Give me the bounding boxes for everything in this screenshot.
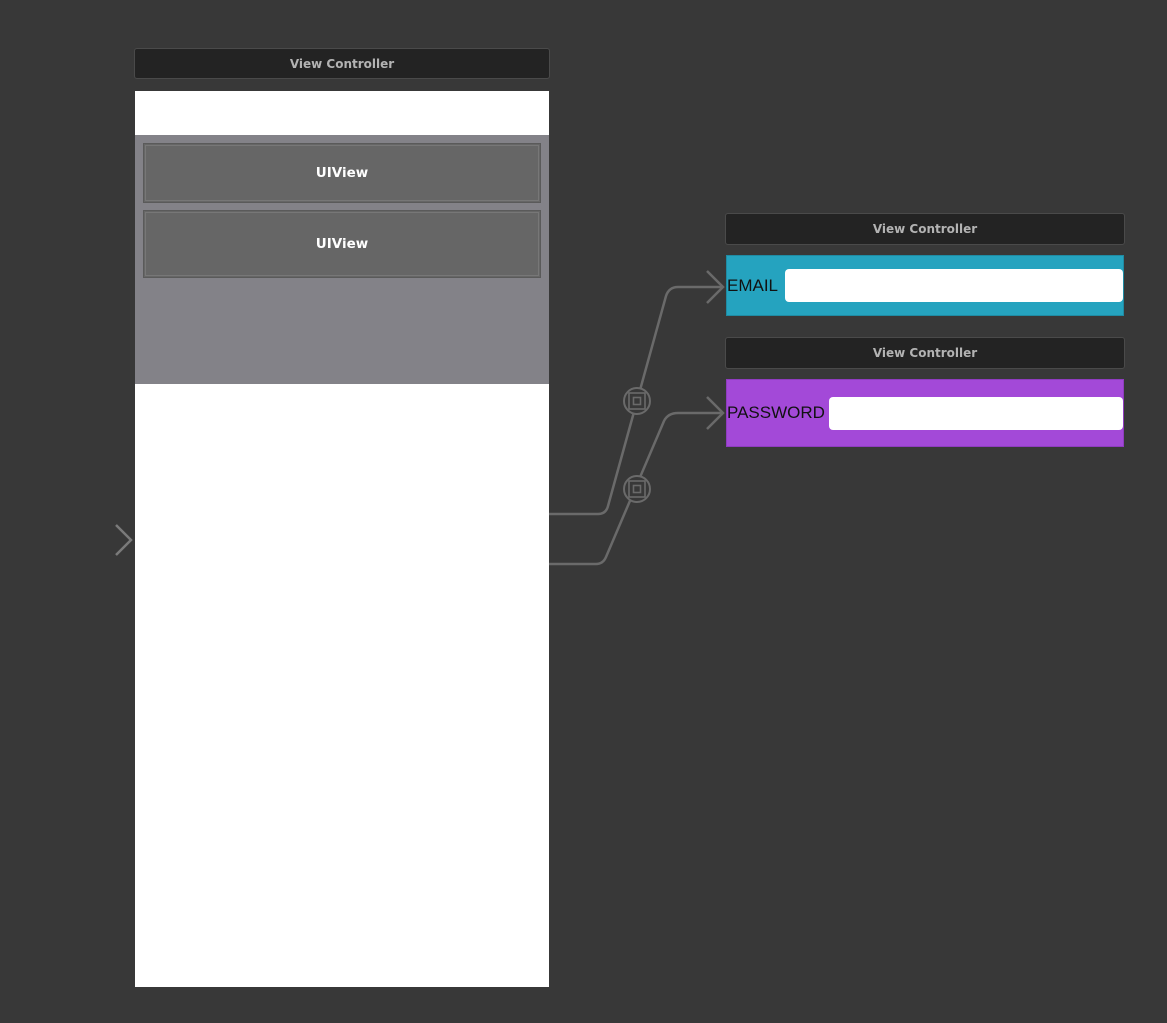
email-scene-body[interactable]: EMAIL (726, 255, 1124, 316)
embed-segue-icon[interactable] (623, 475, 651, 503)
main-scene-header[interactable]: View Controller (134, 48, 550, 79)
uiview-label: UIView (315, 236, 369, 252)
uiview-label: UIView (315, 165, 369, 181)
uiview-box-bottom[interactable]: UIView (143, 210, 541, 278)
password-scene-body[interactable]: PASSWORD (726, 379, 1124, 447)
entry-arrow-icon[interactable] (35, 524, 133, 556)
email-field[interactable] (785, 269, 1123, 302)
email-scene-header[interactable]: View Controller (725, 213, 1125, 245)
main-scene-canvas[interactable]: UIView UIView (135, 91, 549, 987)
email-label: EMAIL (727, 275, 779, 295)
password-label: PASSWORD (727, 403, 825, 422)
uiview-box-top[interactable]: UIView (143, 143, 541, 203)
embed-segue-icon[interactable] (623, 387, 651, 415)
password-field[interactable] (829, 397, 1123, 430)
password-scene-header[interactable]: View Controller (725, 337, 1125, 369)
container-view[interactable]: UIView UIView (135, 135, 549, 384)
